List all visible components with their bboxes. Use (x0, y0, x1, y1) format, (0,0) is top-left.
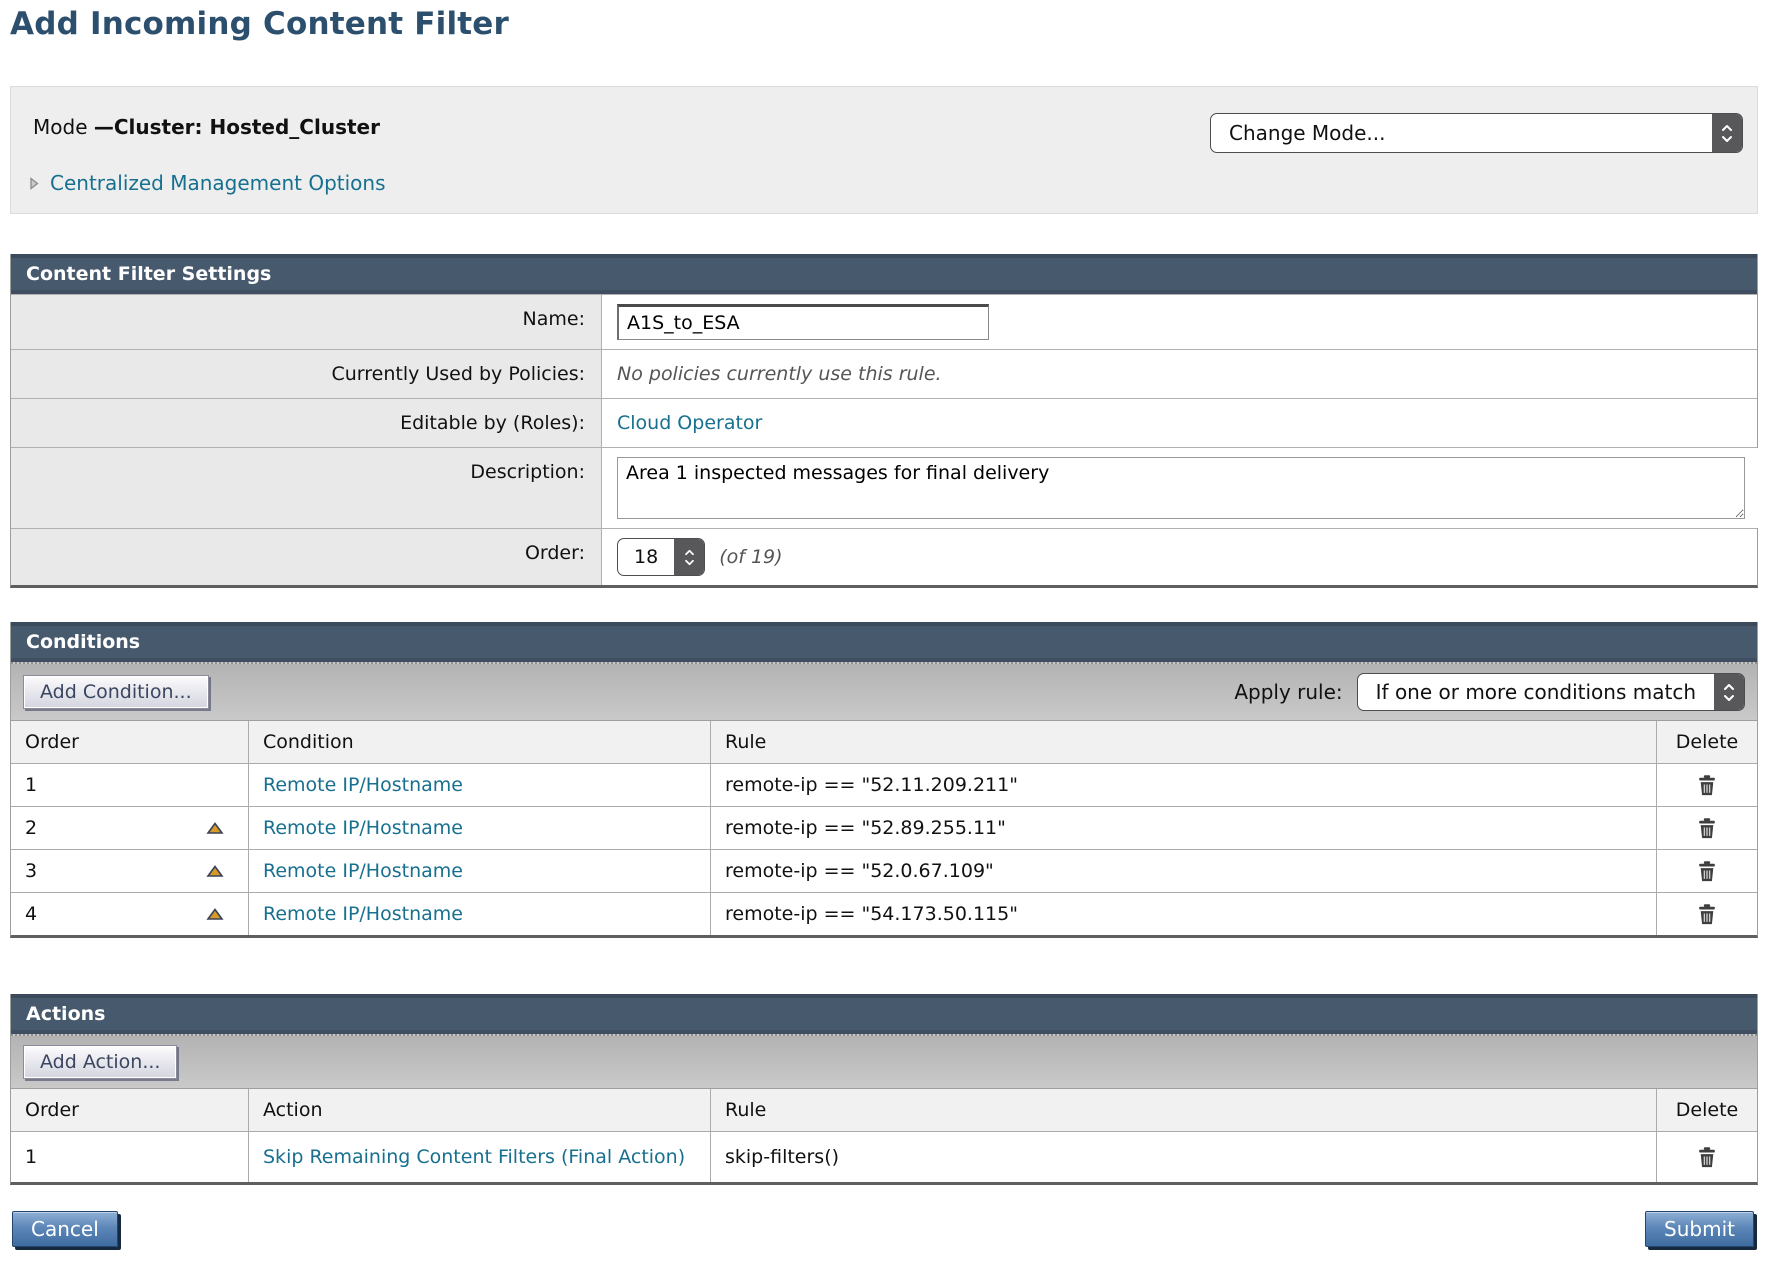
actions-section-header: Actions (11, 994, 1757, 1034)
apply-rule-select[interactable]: If one or more conditions match (1357, 673, 1745, 711)
conditions-section: Conditions Add Condition... Apply rule: … (10, 622, 1758, 938)
add-action-button[interactable]: Add Action... (23, 1045, 177, 1079)
trash-icon[interactable] (1697, 903, 1717, 925)
description-label: Description: (11, 448, 601, 528)
page-title: Add Incoming Content Filter (10, 6, 1770, 42)
column-header: Delete (1657, 721, 1757, 763)
apply-rule-select-value: If one or more conditions match (1358, 674, 1714, 710)
change-mode-select[interactable]: Change Mode... (1210, 113, 1743, 153)
rule-text: remote-ip == "52.89.255.11" (711, 807, 1657, 849)
move-up-icon[interactable] (206, 908, 224, 921)
mode-line: Mode —Cluster: Hosted_Cluster (33, 115, 380, 139)
conditions-section-header: Conditions (11, 622, 1757, 662)
move-up-icon[interactable] (206, 865, 224, 878)
trash-icon[interactable] (1697, 774, 1717, 796)
select-stepper-icon (1714, 674, 1744, 710)
order-select-value: 18 (618, 539, 674, 575)
conditions-toolbar: Add Condition... Apply rule: If one or m… (11, 662, 1757, 720)
order-row: Order: 18 (of 19) (11, 528, 1757, 585)
table-row: 1 Skip Remaining Content Filters (Final … (11, 1131, 1757, 1182)
table-row: 1 Remote IP/Hostname remote-ip == "52.11… (11, 763, 1757, 806)
order-number: 3 (25, 860, 37, 882)
policies-value: No policies currently use this rule. (617, 363, 942, 385)
column-header: Action (249, 1089, 711, 1131)
order-label: Order: (11, 529, 601, 585)
footer: Cancel Submit (12, 1211, 1754, 1247)
column-header: Delete (1657, 1089, 1757, 1131)
actions-header-row: Order Action Rule Delete (11, 1088, 1757, 1131)
table-row: 2 Remote IP/Hostname remote-ip == "52.89… (11, 806, 1757, 849)
trash-icon[interactable] (1697, 860, 1717, 882)
table-row: 3 Remote IP/Hostname remote-ip == "52.0.… (11, 849, 1757, 892)
mode-value: —Cluster: Hosted_Cluster (94, 115, 380, 139)
description-textarea[interactable]: Area 1 inspected messages for final deli… (617, 457, 1745, 519)
condition-link[interactable]: Remote IP/Hostname (263, 903, 463, 925)
description-row: Description: Area 1 inspected messages f… (11, 447, 1757, 528)
column-header: Rule (711, 1089, 1657, 1131)
action-link[interactable]: Skip Remaining Content Filters (Final Ac… (263, 1146, 685, 1168)
order-number: 1 (25, 774, 37, 796)
actions-section: Actions Add Action... Order Action Rule … (10, 994, 1758, 1185)
column-header: Order (11, 1089, 249, 1131)
cloud-operator-link[interactable]: Cloud Operator (617, 412, 762, 434)
mode-box: Mode —Cluster: Hosted_Cluster Change Mod… (10, 86, 1758, 214)
editable-label: Editable by (Roles): (11, 399, 601, 447)
trash-icon[interactable] (1697, 1146, 1717, 1168)
submit-button[interactable]: Submit (1645, 1211, 1754, 1247)
name-label: Name: (11, 295, 601, 349)
order-number: 1 (25, 1146, 37, 1168)
change-mode-select-value: Change Mode... (1211, 114, 1712, 152)
column-header: Condition (249, 721, 711, 763)
rule-text: remote-ip == "52.11.209.211" (711, 764, 1657, 806)
settings-section-header: Content Filter Settings (11, 254, 1757, 294)
order-total: (of 19) (719, 546, 782, 568)
column-header: Rule (711, 721, 1657, 763)
order-number: 2 (25, 817, 37, 839)
add-condition-button[interactable]: Add Condition... (23, 675, 209, 709)
move-up-icon[interactable] (206, 822, 224, 835)
editable-row: Editable by (Roles): Cloud Operator (11, 398, 1757, 447)
select-stepper-icon (674, 539, 704, 575)
table-row: 4 Remote IP/Hostname remote-ip == "54.17… (11, 892, 1757, 935)
cancel-button[interactable]: Cancel (12, 1211, 118, 1247)
rule-text: remote-ip == "54.173.50.115" (711, 893, 1657, 935)
condition-link[interactable]: Remote IP/Hostname (263, 774, 463, 796)
policies-row: Currently Used by Policies: No policies … (11, 349, 1757, 398)
conditions-header-row: Order Condition Rule Delete (11, 720, 1757, 763)
rule-text: remote-ip == "52.0.67.109" (711, 850, 1657, 892)
column-header: Order (11, 721, 249, 763)
centralized-management-link[interactable]: Centralized Management Options (50, 171, 386, 195)
condition-link[interactable]: Remote IP/Hostname (263, 860, 463, 882)
name-input[interactable] (617, 304, 989, 340)
content-filter-settings-section: Content Filter Settings Name: Currently … (10, 254, 1758, 588)
mode-label: Mode (33, 115, 94, 139)
disclosure-triangle-icon[interactable] (29, 176, 40, 191)
trash-icon[interactable] (1697, 817, 1717, 839)
name-row: Name: (11, 294, 1757, 349)
order-number: 4 (25, 903, 37, 925)
order-select[interactable]: 18 (617, 538, 705, 576)
select-stepper-icon (1712, 114, 1742, 152)
actions-toolbar: Add Action... (11, 1034, 1757, 1088)
apply-rule-label: Apply rule: (1234, 680, 1342, 704)
policies-label: Currently Used by Policies: (11, 350, 601, 398)
rule-text: skip-filters() (711, 1132, 1657, 1182)
condition-link[interactable]: Remote IP/Hostname (263, 817, 463, 839)
